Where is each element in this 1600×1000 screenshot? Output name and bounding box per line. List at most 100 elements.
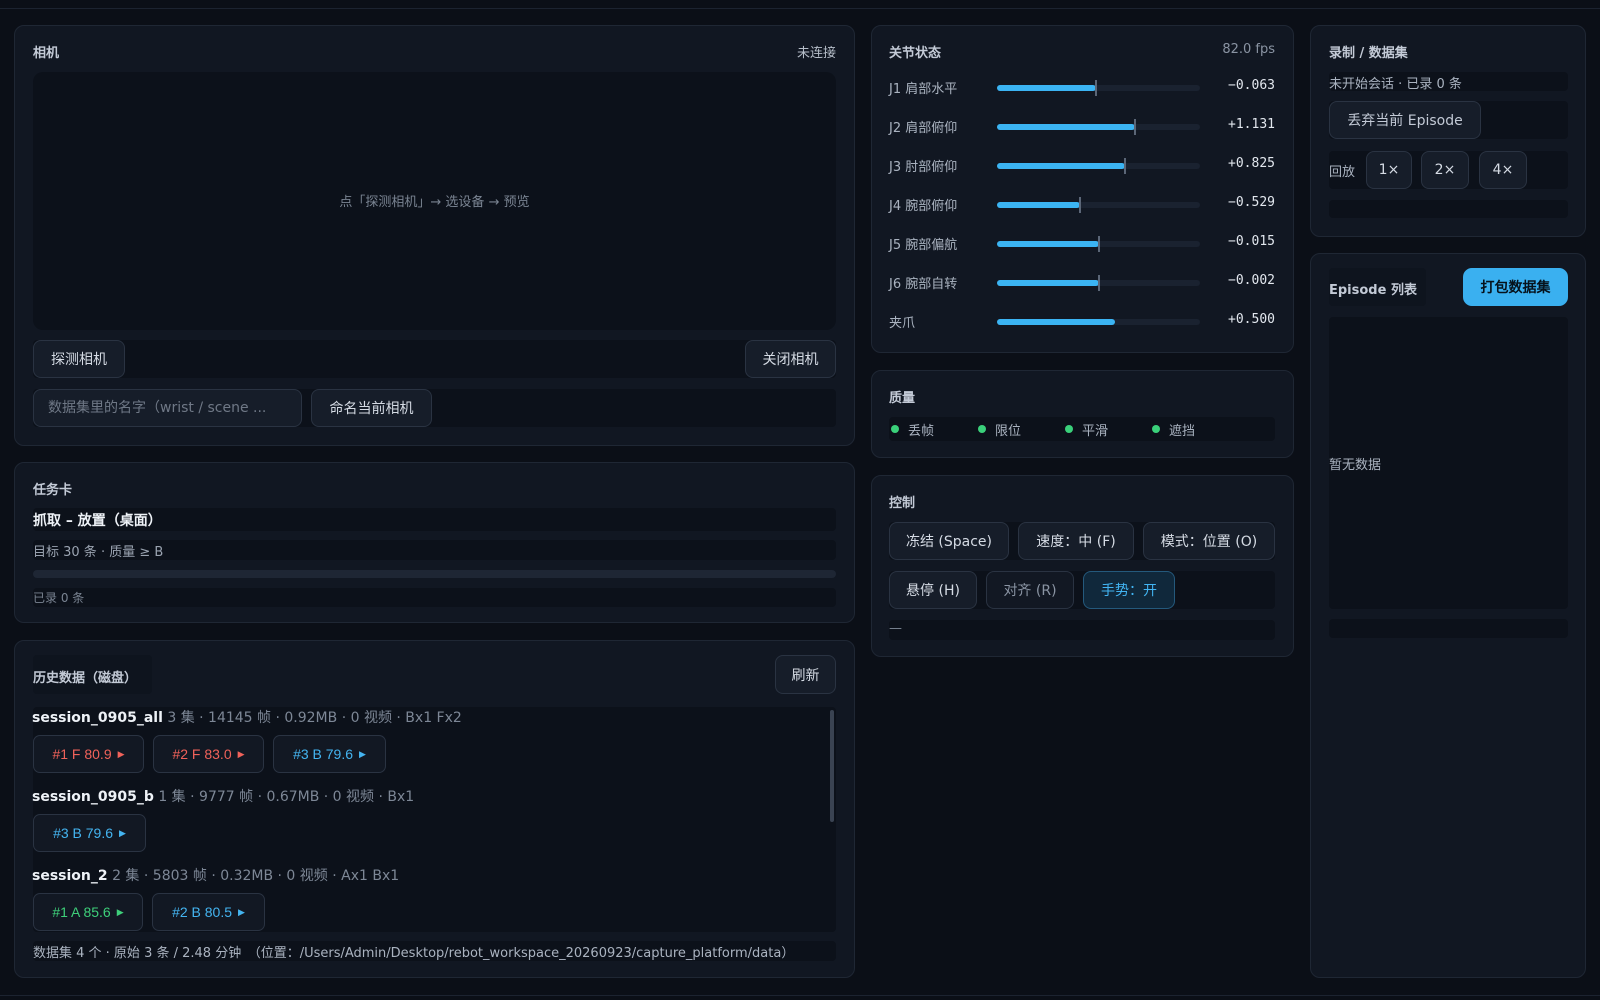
joint-zero-marker bbox=[1095, 80, 1097, 96]
close-camera-button[interactable]: 关闭相机 bbox=[745, 340, 836, 378]
speed-button[interactable]: 速度：中 (F) bbox=[1018, 522, 1134, 560]
joint-value: −0.015 bbox=[1228, 234, 1275, 249]
session-name: session_0905_b bbox=[32, 789, 154, 805]
joint-zero-marker bbox=[1098, 275, 1100, 291]
episode-chip-label: #3 B 79.6 bbox=[293, 746, 353, 762]
recording-status: 未开始会话 · 已录 0 条 bbox=[1329, 77, 1462, 92]
joints-fps: 82.0 fps bbox=[1222, 42, 1275, 57]
play-triangle-icon: ▶ bbox=[116, 906, 124, 917]
episode-chip[interactable]: #2 F 83.0 ▶ bbox=[153, 735, 264, 773]
joint-label: 夹爪 bbox=[889, 316, 916, 331]
camera-status: 未连接 bbox=[796, 46, 836, 61]
camera-name-input[interactable] bbox=[33, 389, 302, 427]
task-target: 目标 30 条 · 质量 ≥ B bbox=[33, 545, 164, 560]
joint-value: −0.063 bbox=[1228, 78, 1275, 93]
episode-chip[interactable]: #3 B 79.6 ▶ bbox=[273, 735, 386, 773]
control-title: 控制 bbox=[889, 496, 916, 511]
history-scrollbar[interactable] bbox=[830, 710, 834, 822]
top-divider bbox=[0, 8, 1600, 9]
joint-bar-fill bbox=[997, 85, 1096, 91]
joint-zero-marker bbox=[1124, 158, 1126, 174]
session-meta: 3 集 · 14145 帧 · 0.92MB · 0 视频 · Bx1 Fx2 bbox=[167, 710, 462, 726]
episode-chip-label: #2 B 80.5 bbox=[172, 904, 232, 920]
name-camera-button[interactable]: 命名当前相机 bbox=[311, 389, 432, 427]
play-triangle-icon: ▶ bbox=[359, 748, 366, 759]
joint-value: +0.825 bbox=[1228, 156, 1275, 171]
joint-bar-fill bbox=[997, 319, 1115, 325]
joint-row: J1 肩部水平 −0.063 bbox=[889, 76, 1275, 97]
camera-title: 相机 bbox=[33, 46, 60, 61]
episode-chip-label: #1 A 85.6 bbox=[52, 904, 111, 920]
pack-dataset-button[interactable]: 打包数据集 bbox=[1463, 268, 1568, 306]
joint-zero-marker bbox=[1098, 236, 1100, 252]
freeze-button[interactable]: 冻结 (Space) bbox=[889, 522, 1009, 560]
joint-value: −0.529 bbox=[1228, 195, 1275, 210]
episode-list[interactable]: 暂无数据 bbox=[1329, 317, 1568, 609]
play-triangle-icon: ▶ bbox=[119, 827, 126, 838]
joints-title: 关节状态 bbox=[889, 46, 942, 61]
session-title: session_2 2 集 · 5803 帧 · 0.32MB · 0 视频 ·… bbox=[32, 865, 399, 885]
refresh-button[interactable]: 刷新 bbox=[775, 655, 836, 694]
task-name: 抓取 – 放置（桌面） bbox=[33, 513, 162, 529]
gesture-toggle[interactable]: 手势：开 bbox=[1083, 571, 1175, 609]
episode-chip[interactable]: #2 B 80.5 ▶ bbox=[152, 893, 265, 931]
joint-row: J5 腕部偏航 −0.015 bbox=[889, 232, 1275, 253]
joint-bar bbox=[997, 236, 1200, 252]
quality-item-limit: 限位 bbox=[978, 417, 1021, 441]
joint-label: J6 腕部自转 bbox=[889, 277, 958, 292]
quality-title: 质量 bbox=[889, 391, 916, 406]
status-dot-icon bbox=[891, 425, 899, 433]
mode-button[interactable]: 模式：位置 (O) bbox=[1143, 522, 1275, 560]
joint-value: +1.131 bbox=[1228, 117, 1275, 132]
episodes-title: Episode 列表 bbox=[1329, 283, 1417, 298]
episode-chip-label: #3 B 79.6 bbox=[53, 825, 113, 841]
recording-title: 录制 / 数据集 bbox=[1329, 46, 1408, 61]
session-title: session_0905_all 3 集 · 14145 帧 · 0.92MB … bbox=[32, 707, 462, 727]
task-recorded-strip bbox=[33, 588, 836, 607]
playback-2x-button[interactable]: 2× bbox=[1421, 151, 1469, 189]
joint-zero-marker bbox=[1134, 119, 1136, 135]
joint-label: J5 腕部偏航 bbox=[889, 238, 958, 253]
joint-row: 夹爪 +0.500 bbox=[889, 310, 1275, 331]
session-meta: 2 集 · 5803 帧 · 0.32MB · 0 视频 · Ax1 Bx1 bbox=[112, 868, 400, 884]
quality-item-occlusion: 遮挡 bbox=[1152, 417, 1195, 441]
task-title: 任务卡 bbox=[33, 483, 73, 498]
episode-chip[interactable]: #3 B 79.6 ▶ bbox=[33, 814, 146, 852]
control-status-strip bbox=[889, 620, 1275, 640]
discard-episode-button[interactable]: 丢弃当前 Episode bbox=[1329, 101, 1481, 139]
joint-value: +0.500 bbox=[1228, 312, 1275, 327]
joint-value: −0.002 bbox=[1228, 273, 1275, 288]
recording-empty-strip bbox=[1329, 200, 1568, 218]
joint-label: J3 肘部俯仰 bbox=[889, 160, 958, 175]
joint-bar bbox=[997, 158, 1200, 174]
status-dot-icon bbox=[978, 425, 986, 433]
joint-bar bbox=[997, 80, 1200, 96]
play-triangle-icon: ▶ bbox=[117, 748, 125, 759]
joint-row: J2 肩部俯仰 +1.131 bbox=[889, 115, 1275, 136]
playback-4x-button[interactable]: 4× bbox=[1479, 151, 1527, 189]
episode-chip[interactable]: #1 F 80.9 ▶ bbox=[33, 735, 144, 773]
joints-panel bbox=[871, 25, 1294, 353]
joint-bar-fill bbox=[997, 124, 1135, 130]
playback-1x-button[interactable]: 1× bbox=[1366, 151, 1412, 189]
status-dot-icon bbox=[1152, 425, 1160, 433]
probe-camera-button[interactable]: 探测相机 bbox=[33, 340, 125, 378]
camera-preview: 点「探测相机」→ 选设备 → 预览 bbox=[33, 72, 836, 330]
preview-hint: 点「探测相机」→ 选设备 → 预览 bbox=[339, 195, 530, 210]
episodes-footer-strip bbox=[1329, 619, 1568, 638]
episode-chip-label: #2 F 83.0 bbox=[172, 746, 232, 762]
hover-button[interactable]: 悬停 (H) bbox=[889, 571, 977, 609]
camera-button-bar bbox=[33, 340, 836, 378]
joint-bar-fill bbox=[997, 202, 1080, 208]
joint-row: J4 腕部俯仰 −0.529 bbox=[889, 193, 1275, 214]
joint-bar-fill bbox=[997, 280, 1099, 286]
align-button[interactable]: 对齐 (R) bbox=[986, 571, 1074, 609]
joint-bar bbox=[997, 275, 1200, 291]
session-name: session_0905_all bbox=[32, 710, 163, 726]
playback-label: 回放 bbox=[1329, 165, 1356, 180]
history-title: 历史数据（磁盘） bbox=[33, 671, 138, 686]
session-name: session_2 bbox=[32, 868, 108, 884]
joint-bar-fill bbox=[997, 163, 1125, 169]
joint-bar bbox=[997, 319, 1200, 325]
episode-chip[interactable]: #1 A 85.6 ▶ bbox=[33, 893, 143, 931]
